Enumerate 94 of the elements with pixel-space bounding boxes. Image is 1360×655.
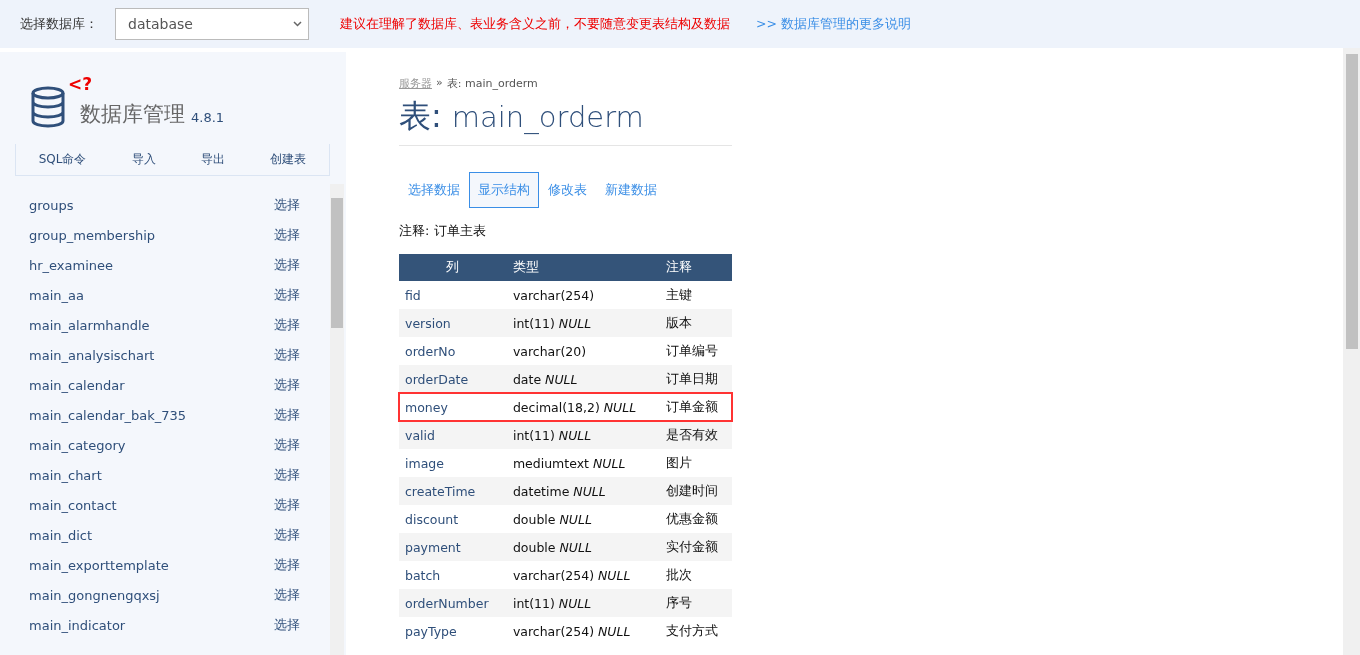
type-cell: double NULL <box>506 533 660 561</box>
table-link[interactable]: main_exporttemplate <box>29 557 169 573</box>
table-link[interactable]: main_analysischart <box>29 347 155 363</box>
table-link[interactable]: main_calendar_bak_735 <box>29 407 187 423</box>
select-link[interactable]: 选择 <box>274 586 300 604</box>
comment-cell: 优惠金额 <box>659 505 732 533</box>
table-link[interactable]: groups <box>29 197 74 213</box>
comment-cell: 图片 <box>659 449 732 477</box>
tab[interactable]: 修改表 <box>539 172 596 208</box>
table-link[interactable]: group_membership <box>29 227 156 243</box>
action-link[interactable]: 导入 <box>131 151 156 168</box>
select-link[interactable]: 选择 <box>274 376 300 394</box>
comment-cell: 版本 <box>659 309 732 337</box>
column-name-cell: payType <box>399 617 507 645</box>
type-cell: mediumtext NULL <box>506 449 660 477</box>
action-link[interactable]: 导出 <box>201 151 226 168</box>
comment-cell: 订单日期 <box>659 365 732 393</box>
select-link[interactable]: 选择 <box>274 496 300 514</box>
type-cell: int(11) NULL <box>506 421 660 449</box>
column-name-cell: money <box>399 393 507 421</box>
tab[interactable]: 选择数据 <box>399 172 469 208</box>
type-cell: int(11) NULL <box>506 309 660 337</box>
comment-cell: 订单金额 <box>659 393 732 421</box>
action-link[interactable]: 创建表 <box>270 151 307 168</box>
select-link[interactable]: 选择 <box>274 616 300 634</box>
table-link[interactable]: main_calendar <box>29 377 125 393</box>
select-link[interactable]: 选择 <box>274 406 300 424</box>
type-cell: varchar(254) <box>506 281 660 309</box>
app-title: 数据库管理 <box>80 101 185 128</box>
select-link[interactable]: 选择 <box>274 256 300 274</box>
table-link[interactable]: main_aa <box>29 287 84 303</box>
select-link[interactable]: 选择 <box>274 226 300 244</box>
scrollbar[interactable] <box>330 184 344 655</box>
title-prefix: 表: <box>399 96 442 137</box>
column-name-cell: orderNo <box>399 337 507 365</box>
type-cell: varchar(20) <box>506 337 660 365</box>
column-header: 类型 <box>506 254 660 281</box>
comment-cell: 批次 <box>659 561 732 589</box>
column-name-cell: image <box>399 449 507 477</box>
action-link[interactable]: SQL命令 <box>38 151 87 168</box>
column-name-cell: orderDate <box>399 365 507 393</box>
select-link[interactable]: 选择 <box>274 346 300 364</box>
chevron-down-icon <box>293 21 302 27</box>
type-cell: int(11) NULL <box>506 589 660 617</box>
warning-text: 建议在理解了数据库、表业务含义之前，不要随意变更表结构及数据 <box>340 15 730 33</box>
type-cell: datetime NULL <box>506 477 660 505</box>
select-link[interactable]: 选择 <box>274 196 300 214</box>
table-link[interactable]: main_category <box>29 437 126 453</box>
select-link[interactable]: 选择 <box>274 556 300 574</box>
table-link[interactable]: hr_examinee <box>29 257 114 273</box>
column-header: 列 <box>399 254 507 281</box>
type-cell: double NULL <box>506 505 660 533</box>
comment-cell: 实付金额 <box>659 533 732 561</box>
comment-cell: 序号 <box>659 589 732 617</box>
scrollbar[interactable] <box>1343 48 1360 655</box>
select-link[interactable]: 选择 <box>274 466 300 484</box>
column-name-cell: discount <box>399 505 507 533</box>
comment-cell: 订单编号 <box>659 337 732 365</box>
table-link[interactable]: main_chart <box>29 467 102 483</box>
column-name-cell: payment <box>399 533 507 561</box>
table-link[interactable]: main_dict <box>29 527 93 543</box>
select-link[interactable]: 选择 <box>274 526 300 544</box>
type-cell: decimal(18,2) NULL <box>506 393 660 421</box>
database-select[interactable]: database <box>115 8 309 40</box>
type-cell: date NULL <box>506 365 660 393</box>
comment-cell: 支付方式 <box>659 617 732 645</box>
tab[interactable]: 新建数据 <box>596 172 666 208</box>
select-link[interactable]: 选择 <box>274 436 300 454</box>
version-text: 4.8.1 <box>191 110 225 125</box>
column-name-cell: orderNumber <box>399 589 507 617</box>
table-link[interactable]: main_indicator <box>29 617 126 633</box>
table-link[interactable]: main_gongnengqxsj <box>29 587 160 603</box>
select-link[interactable]: 选择 <box>274 316 300 334</box>
logo-code-text: <? <box>68 74 93 94</box>
breadcrumb-separator: » <box>436 76 443 91</box>
database-icon <box>30 86 66 128</box>
table-title: main_orderm <box>451 100 644 134</box>
table-comment: 注释: 订单主表 <box>399 222 486 240</box>
type-cell: varchar(254) NULL <box>506 617 660 645</box>
comment-cell: 主键 <box>659 281 732 309</box>
column-name-cell: createTime <box>399 477 507 505</box>
column-name-cell: valid <box>399 421 507 449</box>
database-label: 选择数据库： <box>20 15 99 33</box>
select-link[interactable]: 选择 <box>274 286 300 304</box>
comment-cell: 是否有效 <box>659 421 732 449</box>
type-cell: varchar(254) NULL <box>506 561 660 589</box>
column-name-cell: version <box>399 309 507 337</box>
table-link[interactable]: main_contact <box>29 497 117 513</box>
breadcrumb-current: 表: main_orderm <box>446 76 538 91</box>
column-header: 注释 <box>659 254 732 281</box>
comment-cell: 创建时间 <box>659 477 732 505</box>
column-name-cell: batch <box>399 561 507 589</box>
table-link[interactable]: main_alarmhandle <box>29 317 150 333</box>
column-name-cell: fid <box>399 281 507 309</box>
